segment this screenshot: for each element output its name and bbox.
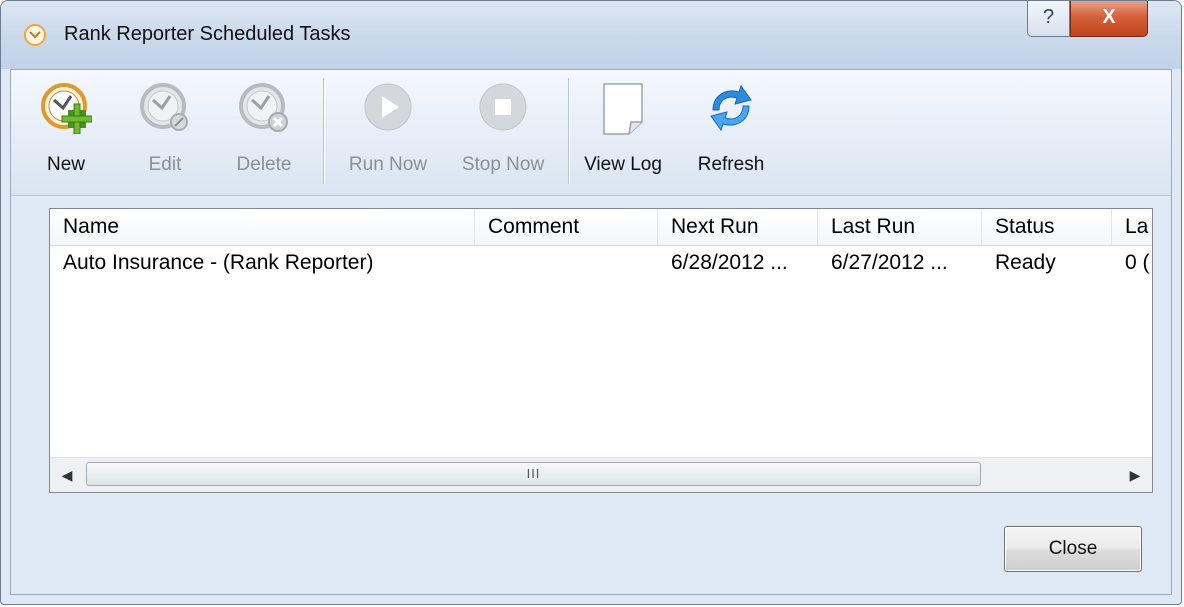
toolbar: New Edit Delete Run Now Stop Now View Lo…: [11, 70, 1171, 196]
refresh-icon: [705, 82, 757, 139]
cell-status: Ready: [995, 251, 1056, 274]
window-menu-icon[interactable]: [24, 24, 46, 46]
cell-name: Auto Insurance - (Rank Reporter): [63, 251, 374, 274]
new-label: New: [46, 154, 85, 175]
column-header-next-run[interactable]: Next Run: [658, 209, 818, 245]
tasks-list[interactable]: Name Comment Next Run Last Run Status La…: [49, 208, 1153, 493]
stop-icon: [478, 82, 528, 137]
play-icon: [363, 82, 413, 137]
clock-delete-icon: [238, 82, 290, 139]
title-bar[interactable]: Rank Reporter Scheduled Tasks ? X: [1, 1, 1181, 69]
window-title: Rank Reporter Scheduled Tasks: [64, 23, 351, 45]
cell-next-run: 6/28/2012 ...: [671, 251, 788, 274]
delete-button[interactable]: Delete: [229, 70, 299, 195]
horizontal-scrollbar[interactable]: ◀ III ▶: [50, 457, 1152, 492]
refresh-label: Refresh: [697, 154, 765, 175]
new-button[interactable]: New: [37, 70, 95, 195]
list-header: Name Comment Next Run Last Run Status La: [50, 209, 1152, 246]
edit-label: Edit: [148, 154, 182, 175]
close-button[interactable]: Close: [1004, 526, 1142, 572]
stop-now-button[interactable]: Stop Now: [445, 70, 561, 195]
document-icon: [601, 82, 645, 141]
help-button[interactable]: ?: [1027, 1, 1070, 37]
view-log-label: View Log: [584, 154, 662, 175]
clock-edit-icon: [139, 82, 191, 139]
clock-add-icon: [40, 82, 93, 139]
run-now-label: Run Now: [348, 154, 428, 175]
view-log-button[interactable]: View Log: [569, 70, 677, 195]
column-header-status[interactable]: Status: [982, 209, 1112, 245]
cell-last-result: 0 (: [1125, 251, 1150, 274]
scroll-right-icon[interactable]: ▶: [1118, 458, 1152, 492]
run-now-button[interactable]: Run Now: [333, 70, 443, 195]
column-header-name[interactable]: Name: [50, 209, 475, 245]
column-header-comment[interactable]: Comment: [475, 209, 658, 245]
edit-button[interactable]: Edit: [136, 70, 194, 195]
scrollbar-grip: III: [526, 466, 541, 481]
delete-label: Delete: [236, 154, 292, 175]
cell-comment: [475, 245, 658, 281]
window-close-button[interactable]: X: [1070, 1, 1148, 37]
stop-now-label: Stop Now: [461, 154, 545, 175]
table-row[interactable]: Auto Insurance - (Rank Reporter) 6/28/20…: [50, 245, 1152, 281]
dialog-body: New Edit Delete Run Now Stop Now View Lo…: [10, 69, 1172, 595]
cell-last-run: 6/27/2012 ...: [831, 251, 948, 274]
column-header-last-run[interactable]: Last Run: [818, 209, 982, 245]
scrollbar-thumb[interactable]: III: [86, 462, 981, 486]
scheduled-tasks-window: Rank Reporter Scheduled Tasks ? X New Ed…: [0, 0, 1182, 605]
toolbar-separator: [323, 78, 325, 184]
refresh-button[interactable]: Refresh: [683, 70, 779, 195]
column-header-last-result[interactable]: La: [1112, 209, 1152, 245]
scroll-left-icon[interactable]: ◀: [50, 458, 84, 492]
